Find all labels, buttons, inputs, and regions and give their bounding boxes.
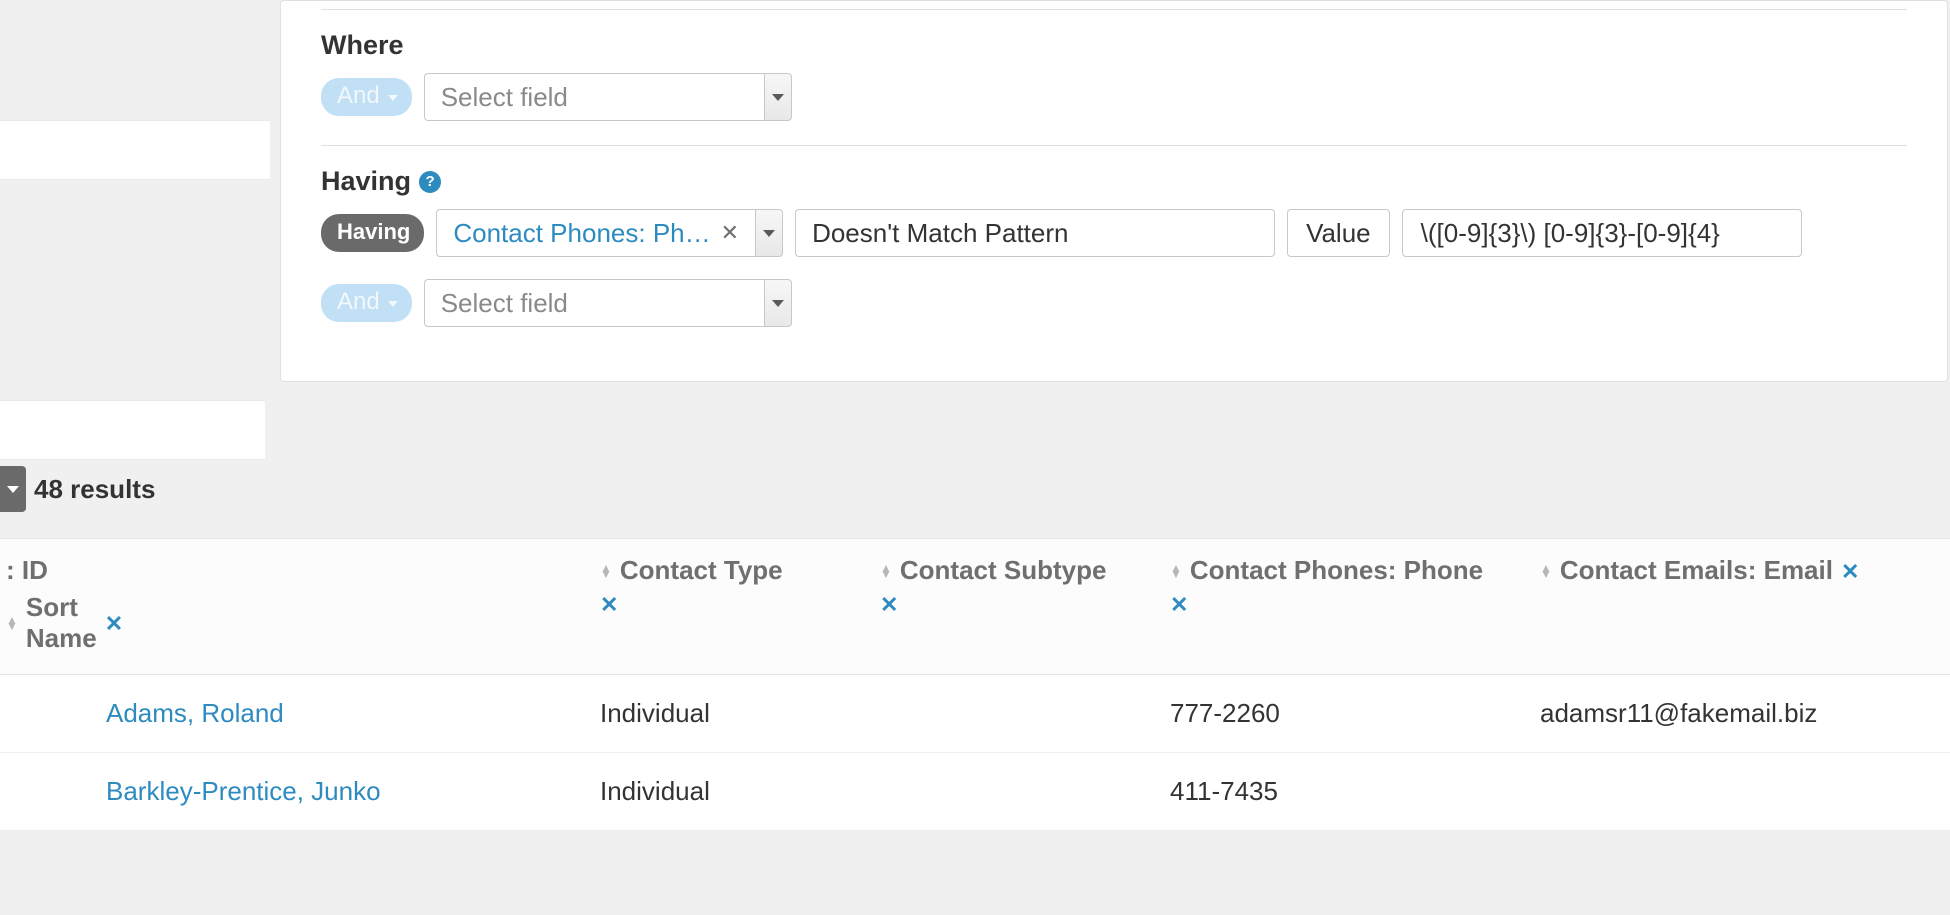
col-contact-email[interactable]: Contact Emails: Email ✕ xyxy=(1540,555,1950,586)
col-contact-subtype[interactable]: Contact Subtype ✕ xyxy=(880,555,1170,616)
having-add-field-placeholder: Select field xyxy=(441,288,568,319)
col-contact-phone-label: Contact Phones: Phone xyxy=(1190,555,1483,586)
having-field-body[interactable]: Contact Phones: Ph… ✕ xyxy=(436,209,755,257)
close-icon[interactable]: ✕ xyxy=(1841,561,1859,583)
having-pattern-input[interactable]: \([0-9]{3}\) [0-9]{3}-[0-9]{4} xyxy=(1402,209,1802,257)
cell-contact-type: Individual xyxy=(600,776,880,807)
close-icon[interactable]: ✕ xyxy=(1170,594,1188,616)
cell-email: adamsr11@fakemail.biz xyxy=(1540,698,1950,729)
cell-phone: 777-2260 xyxy=(1170,698,1540,729)
having-title-text: Having xyxy=(321,166,411,197)
filter-panel: Where And Select field xyxy=(280,0,1948,382)
col-contact-type-label: Contact Type xyxy=(620,555,783,586)
close-icon[interactable]: ✕ xyxy=(105,613,123,635)
having-operator-select[interactable]: Doesn't Match Pattern xyxy=(795,209,1275,257)
cell-contact-type: Individual xyxy=(600,698,880,729)
results-dropdown-toggle[interactable] xyxy=(0,466,26,512)
caret-down-icon xyxy=(388,95,398,101)
results-count: 48 results xyxy=(34,474,155,505)
table-row[interactable]: Adams, Roland Individual 777-2260 adamsr… xyxy=(0,675,1950,753)
cell-sort-name[interactable]: Barkley-Prentice, Junko xyxy=(106,776,600,807)
where-title: Where xyxy=(321,30,1907,61)
sort-icon[interactable] xyxy=(880,565,892,577)
results-bar: 48 results xyxy=(0,466,1950,512)
having-operator-value: Doesn't Match Pattern xyxy=(812,218,1068,249)
cell-sort-name[interactable]: Adams, Roland xyxy=(106,698,600,729)
where-field-select-body[interactable]: Select field xyxy=(424,73,764,121)
sort-icon[interactable] xyxy=(1170,565,1182,577)
value-label-button[interactable]: Value xyxy=(1287,209,1390,257)
sort-icon[interactable] xyxy=(1540,565,1552,577)
where-field-select[interactable]: Select field xyxy=(424,73,792,121)
cell-phone: 411-7435 xyxy=(1170,776,1540,807)
where-and-button[interactable]: And xyxy=(321,78,412,116)
having-add-field-select[interactable]: Select field xyxy=(424,279,792,327)
having-and-button[interactable]: And xyxy=(321,284,412,322)
col-id[interactable]: : ID Sort Name ✕ xyxy=(0,555,106,654)
close-icon[interactable]: ✕ xyxy=(600,594,618,616)
having-add-field-body[interactable]: Select field xyxy=(424,279,764,327)
where-section: Where And Select field xyxy=(321,10,1907,145)
sort-icon[interactable] xyxy=(6,617,18,629)
table-header: : ID Sort Name ✕ Contact Type ✕ xyxy=(0,539,1950,675)
where-and-label: And xyxy=(337,84,380,108)
help-icon[interactable]: ? xyxy=(419,171,441,193)
value-label-text: Value xyxy=(1306,218,1371,249)
sort-icon[interactable] xyxy=(600,565,612,577)
having-section: Having ? Having Contact Phones: Ph… ✕ xyxy=(321,146,1907,351)
having-badge-label: Having xyxy=(337,221,410,243)
having-field-select[interactable]: Contact Phones: Ph… ✕ xyxy=(436,209,783,257)
contact-link[interactable]: Adams, Roland xyxy=(106,698,284,728)
caret-down-icon[interactable] xyxy=(764,73,792,121)
col-sort-name-label: Sort Name xyxy=(26,592,97,654)
caret-down-icon[interactable] xyxy=(755,209,783,257)
close-icon[interactable]: ✕ xyxy=(880,594,898,616)
having-badge: Having xyxy=(321,214,424,252)
col-contact-subtype-label: Contact Subtype xyxy=(900,555,1107,586)
having-and-label: And xyxy=(337,290,380,314)
where-title-text: Where xyxy=(321,30,404,61)
contact-link[interactable]: Barkley-Prentice, Junko xyxy=(106,776,381,806)
where-field-placeholder: Select field xyxy=(441,82,568,113)
having-title: Having ? xyxy=(321,166,1907,197)
sidebar-stub-bottom xyxy=(0,400,265,460)
col-contact-email-label: Contact Emails: Email xyxy=(1560,555,1833,586)
col-sort-name-spacer xyxy=(106,555,600,586)
close-icon[interactable]: ✕ xyxy=(721,220,739,246)
results-table: : ID Sort Name ✕ Contact Type ✕ xyxy=(0,538,1950,831)
having-field-value: Contact Phones: Ph… xyxy=(453,218,710,249)
caret-down-icon xyxy=(388,301,398,307)
col-contact-phone[interactable]: Contact Phones: Phone ✕ xyxy=(1170,555,1540,616)
sidebar-stub-top xyxy=(0,120,270,180)
having-pattern-value: \([0-9]{3}\) [0-9]{3}-[0-9]{4} xyxy=(1421,218,1720,249)
col-id-label: : ID xyxy=(6,555,48,586)
table-row[interactable]: Barkley-Prentice, Junko Individual 411-7… xyxy=(0,753,1950,831)
col-contact-type[interactable]: Contact Type ✕ xyxy=(600,555,880,616)
caret-down-icon[interactable] xyxy=(764,279,792,327)
